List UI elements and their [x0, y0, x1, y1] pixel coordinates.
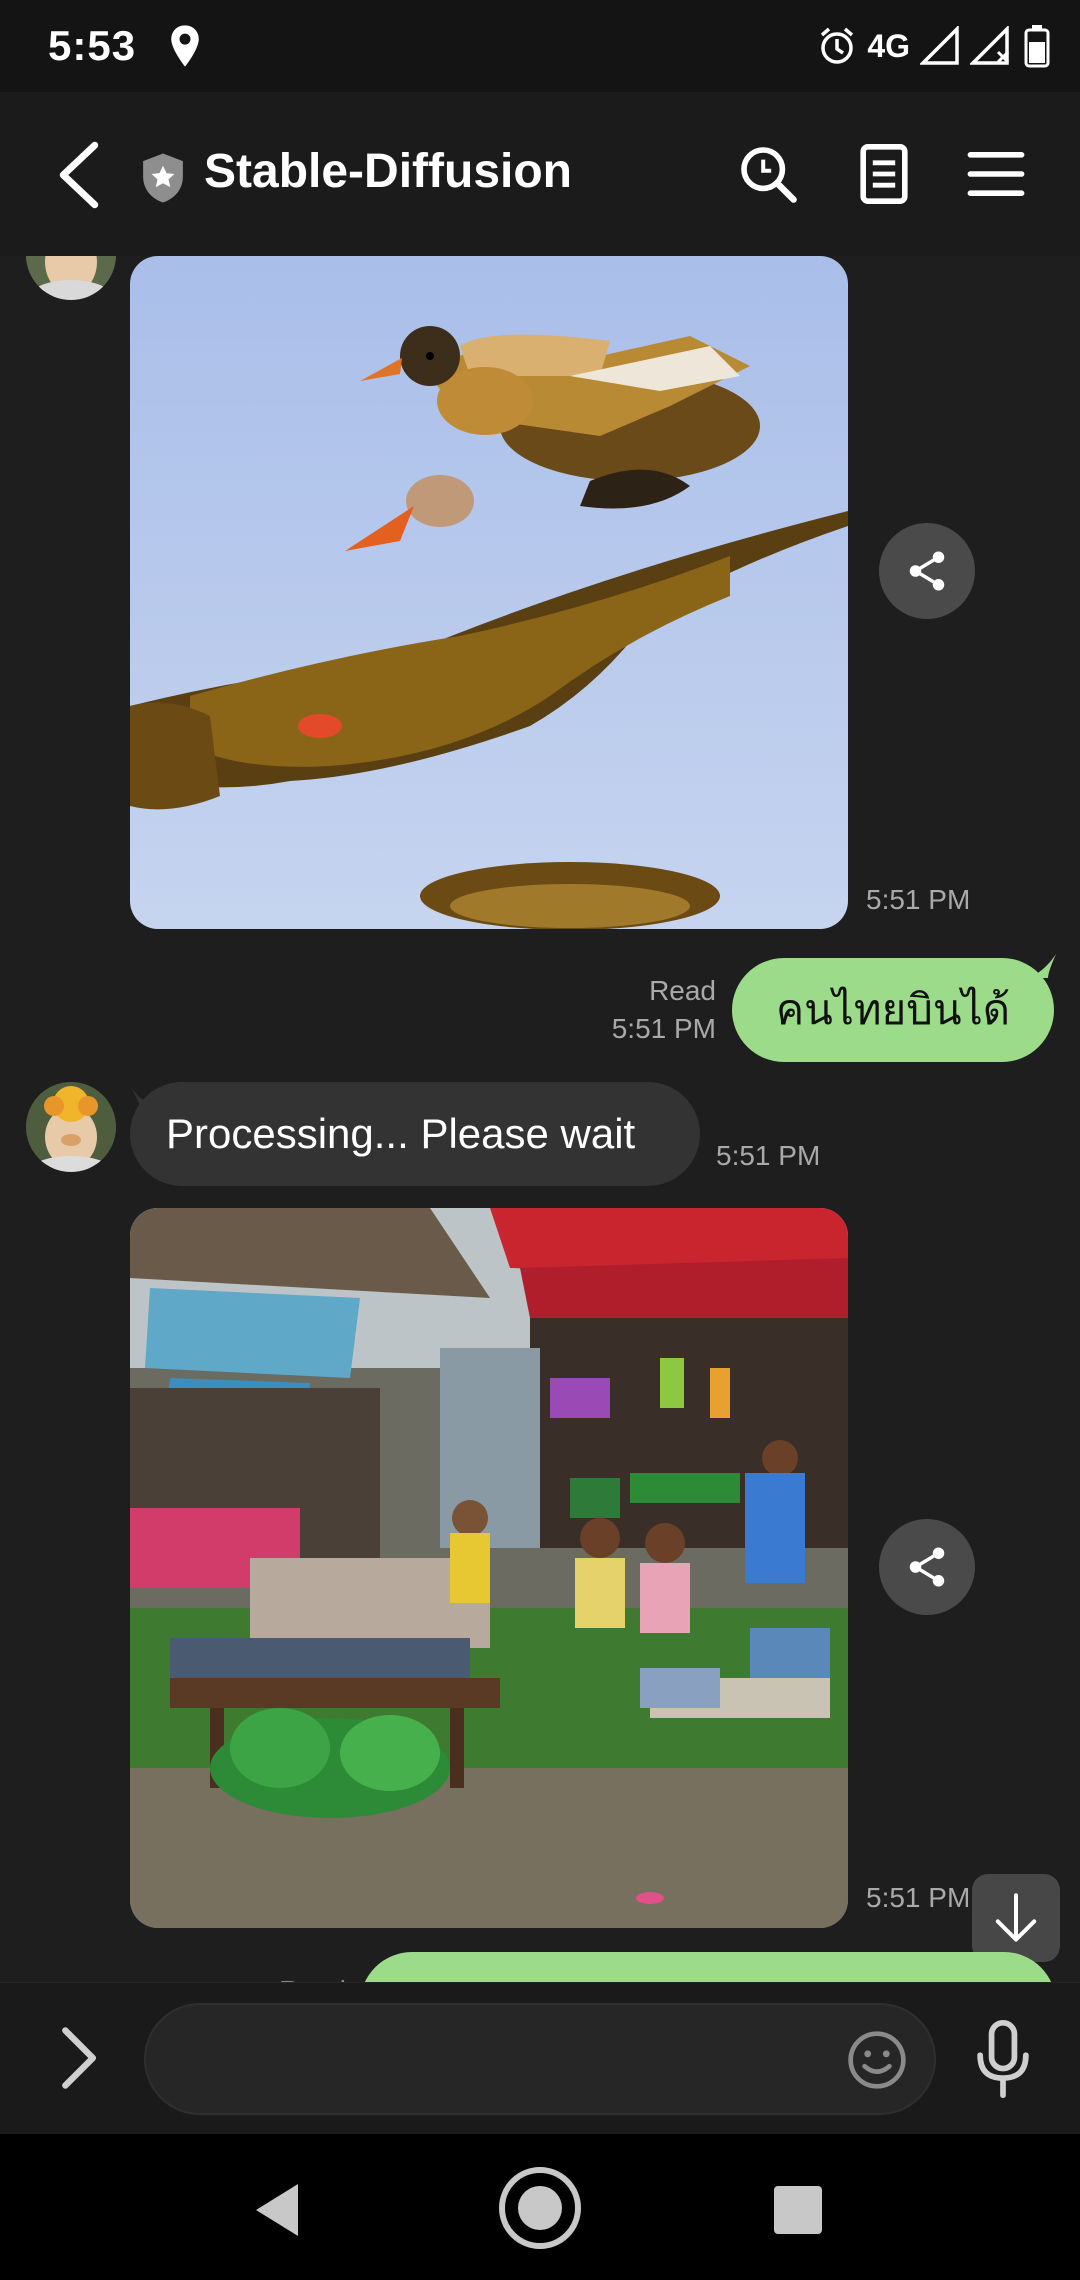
read-receipt: Read	[276, 1972, 346, 1982]
microphone-icon[interactable]	[974, 2019, 1032, 2099]
message-time: 5:51 PM	[716, 1140, 821, 1171]
generated-image-duck[interactable]	[130, 256, 848, 929]
message-time: 5:51 PM	[866, 884, 971, 915]
menu-icon[interactable]	[964, 142, 1028, 206]
read-receipt: Read 5:51 PM	[560, 972, 716, 1048]
share-icon	[909, 551, 945, 591]
bubble-tail	[1028, 954, 1056, 978]
shield-icon	[143, 153, 183, 203]
read-label: Read	[649, 975, 716, 1006]
avatar[interactable]	[26, 1082, 116, 1172]
avatar[interactable]	[26, 256, 116, 300]
share-button[interactable]	[879, 523, 975, 619]
chevron-right-icon[interactable]	[58, 2025, 102, 2091]
generated-image-market[interactable]	[130, 1208, 848, 1928]
incoming-message-bubble[interactable]: Processing... Please wait	[130, 1082, 700, 1186]
status-bar: 5:53 4G	[0, 0, 1080, 92]
signal-icon	[920, 26, 959, 65]
alarm-icon	[821, 27, 854, 64]
chat-header: Stable-Diffusion	[0, 92, 1080, 256]
page-title: Stable-Diffusion	[204, 145, 572, 198]
nav-recents-icon[interactable]	[774, 2186, 822, 2234]
message-composer	[0, 1982, 1080, 2134]
arrow-down-icon	[995, 1893, 1037, 1942]
location-icon	[171, 25, 199, 67]
message-input[interactable]	[144, 2003, 936, 2115]
signal-no-data-icon	[970, 26, 1010, 65]
outgoing-message-bubble[interactable]: คนไทยบินได้	[732, 958, 1054, 1062]
share-button[interactable]	[879, 1519, 975, 1615]
search-icon[interactable]	[736, 142, 800, 206]
chat-messages[interactable]: 5:51 PM Read 5:51 PM คนไทยบินได้ Process…	[0, 256, 1080, 1982]
read-label: Read	[276, 1972, 346, 1982]
message-time: 5:51 PM	[866, 1882, 971, 1913]
notes-icon[interactable]	[852, 142, 916, 206]
status-time: 5:53	[48, 22, 137, 69]
status-icons: 4G	[817, 22, 1050, 70]
back-icon[interactable]	[52, 140, 106, 210]
network-type: 4G	[867, 27, 910, 64]
share-icon	[909, 1547, 945, 1587]
battery-icon	[1024, 25, 1050, 68]
message-time: 5:51 PM	[611, 1013, 716, 1044]
nav-home-icon[interactable]	[496, 2164, 584, 2252]
emoji-icon[interactable]	[846, 2029, 908, 2091]
scroll-to-bottom-button[interactable]	[972, 1874, 1060, 1962]
nav-back-icon[interactable]	[252, 2182, 302, 2238]
outgoing-message-bubble[interactable]	[360, 1952, 1056, 1982]
system-navigation-bar	[0, 2134, 1080, 2280]
